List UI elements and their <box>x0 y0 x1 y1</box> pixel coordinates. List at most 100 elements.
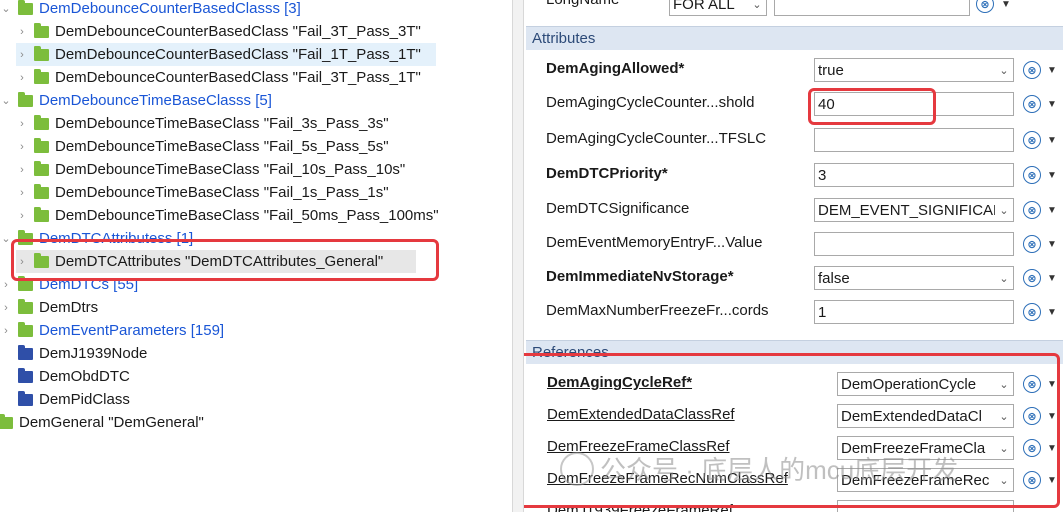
tree-node-dtrs[interactable]: › DemDtrs <box>0 296 98 319</box>
tree-node-label: DemDebounceTimeBaseClass "Fail_1s_Pass_1… <box>55 184 389 201</box>
attr-row-dtc-priority: DemDTCPriority* 3 ⊗ ▼ <box>524 158 1063 192</box>
highlight-box <box>524 353 1060 508</box>
immediate-nv-combo[interactable]: false ⌄ <box>814 266 1014 290</box>
folder-icon <box>0 413 13 429</box>
attr-row-event-memory: DemEventMemoryEntryF...Value ⊗ ▼ <box>524 227 1063 261</box>
reset-icon[interactable]: ⊗ <box>1023 95 1041 113</box>
chevron-right-icon[interactable]: › <box>16 49 28 61</box>
tree-node-debounce-time-classes[interactable]: ⌄ DemDebounceTimeBaseClasss [5] <box>0 89 272 112</box>
dropdown-arrow-icon[interactable]: ▼ <box>1046 95 1058 113</box>
chevron-down-icon[interactable]: ⌄ <box>0 95 12 107</box>
tree-node-label: DemDebounceTimeBaseClass "Fail_50ms_Pass… <box>55 207 439 224</box>
attr-row-immediate-nv: DemImmediateNvStorage* false ⌄ ⊗ ▼ <box>524 261 1063 295</box>
panel-splitter[interactable] <box>512 0 524 512</box>
attr-label: DemMaxNumberFreezeFr...cords <box>546 302 769 319</box>
longname-text-field[interactable] <box>774 0 970 16</box>
tree-node-label: DemObdDTC <box>39 368 130 385</box>
tree-node[interactable]: › DemDebounceTimeBaseClass "Fail_10s_Pas… <box>16 158 405 181</box>
attr-row-dtc-significance: DemDTCSignificance DEM_EVENT_SIGNIFICAN … <box>524 193 1063 227</box>
attr-row-aging-tfslc: DemAgingCycleCounter...TFSLC ⊗ ▼ <box>524 123 1063 157</box>
reset-icon[interactable]: ⊗ <box>1023 303 1041 321</box>
tree-node-label: DemDtrs <box>39 299 99 316</box>
longname-language-combo[interactable]: FOR ALL ⌄ <box>669 0 767 16</box>
tree-node-label: DemDebounceTimeBaseClasss [5] <box>39 92 272 109</box>
reset-icon[interactable]: ⊗ <box>1023 166 1041 184</box>
tree-node[interactable]: › DemDebounceTimeBaseClass "Fail_1s_Pass… <box>16 181 389 204</box>
reset-icon[interactable]: ⊗ <box>1023 201 1041 219</box>
dtc-significance-combo[interactable]: DEM_EVENT_SIGNIFICAN ⌄ <box>814 198 1014 222</box>
tree-node[interactable]: › DemDebounceCounterBasedClass "Fail_1T_… <box>16 43 436 66</box>
chevron-down-icon[interactable]: ⌄ <box>995 267 1013 289</box>
tree-node-label: DemDebounceCounterBasedClass "Fail_1T_Pa… <box>55 46 421 63</box>
combo-value: DEM_EVENT_SIGNIFICAN <box>818 201 1004 219</box>
folder-icon <box>18 390 33 406</box>
reset-icon[interactable]: ⊗ <box>976 0 994 13</box>
folder-icon <box>18 367 33 383</box>
chevron-down-icon[interactable]: ⌄ <box>748 0 766 15</box>
dropdown-arrow-icon[interactable]: ▼ <box>1046 166 1058 184</box>
tree-node-event-parameters[interactable]: › DemEventParameters [159] <box>0 319 224 342</box>
tree-node-j1939-node[interactable]: DemJ1939Node <box>18 342 147 365</box>
chevron-right-icon[interactable]: › <box>16 118 28 130</box>
chevron-right-icon[interactable]: › <box>16 210 28 222</box>
tree-node-label: DemEventParameters [159] <box>39 322 225 339</box>
dropdown-arrow-icon[interactable]: ▼ <box>1046 269 1058 287</box>
chevron-down-icon[interactable]: ⌄ <box>0 3 12 15</box>
aging-allowed-combo[interactable]: true ⌄ <box>814 58 1014 82</box>
folder-icon <box>18 344 33 360</box>
tree-node-obd-dtc[interactable]: DemObdDTC <box>18 365 130 388</box>
dtc-priority-field[interactable]: 3 <box>814 163 1014 187</box>
tree-node-dem-general[interactable]: DemGeneral "DemGeneral" <box>0 411 204 434</box>
tree-node-pid-class[interactable]: DemPidClass <box>18 388 130 411</box>
tree-node-label: DemDebounceCounterBasedClass "Fail_3T_Pa… <box>55 69 421 86</box>
longname-row: LongName FOR ALL ⌄ ⊗ ▼ <box>524 0 1063 18</box>
tree-panel: ⌄ DemDebounceCounterBasedClasss [3] › De… <box>0 0 512 512</box>
aging-tfslc-field[interactable] <box>814 128 1014 152</box>
field-value: 3 <box>818 166 827 184</box>
chevron-right-icon[interactable]: › <box>16 72 28 84</box>
dropdown-arrow-icon[interactable]: ▼ <box>1046 303 1058 321</box>
event-memory-field[interactable] <box>814 232 1014 256</box>
chevron-right-icon[interactable]: › <box>16 187 28 199</box>
dropdown-arrow-icon[interactable]: ▼ <box>1046 131 1058 149</box>
attr-row-max-freeze-frame: DemMaxNumberFreezeFr...cords 1 ⊗ ▼ <box>524 295 1063 329</box>
folder-icon <box>34 114 49 130</box>
tree-node-label: DemJ1939Node <box>39 345 148 362</box>
chevron-right-icon[interactable]: › <box>16 26 28 38</box>
dropdown-arrow-icon[interactable]: ▼ <box>1000 0 1012 13</box>
attr-row-aging-allowed: DemAgingAllowed* true ⌄ ⊗ ▼ <box>524 53 1063 87</box>
reset-icon[interactable]: ⊗ <box>1023 61 1041 79</box>
dropdown-arrow-icon[interactable]: ▼ <box>1046 201 1058 219</box>
chevron-down-icon[interactable]: ⌄ <box>995 199 1013 221</box>
dropdown-arrow-icon[interactable]: ▼ <box>1046 61 1058 79</box>
combo-value: true <box>818 61 844 79</box>
folder-icon <box>18 91 33 107</box>
dropdown-arrow-icon[interactable]: ▼ <box>1046 235 1058 253</box>
chevron-right-icon[interactable]: › <box>0 279 12 291</box>
folder-icon <box>34 206 49 222</box>
chevron-right-icon[interactable]: › <box>16 141 28 153</box>
reset-icon[interactable]: ⊗ <box>1023 269 1041 287</box>
attributes-section-header[interactable]: Attributes <box>526 26 1063 50</box>
chevron-down-icon[interactable]: ⌄ <box>995 59 1013 81</box>
chevron-right-icon[interactable]: › <box>0 325 12 337</box>
attr-label: DemDTCPriority* <box>546 165 668 182</box>
folder-icon <box>34 45 49 61</box>
tree-node[interactable]: › DemDebounceCounterBasedClass "Fail_3T_… <box>16 20 421 43</box>
max-freeze-frame-field[interactable]: 1 <box>814 300 1014 324</box>
tree-node[interactable]: › DemDebounceTimeBaseClass "Fail_50ms_Pa… <box>16 204 439 227</box>
reset-icon[interactable]: ⊗ <box>1023 131 1041 149</box>
tree-node-label: DemPidClass <box>39 391 130 408</box>
chevron-right-icon[interactable]: › <box>16 164 28 176</box>
attributes-header-label: Attributes <box>532 30 596 47</box>
attr-label: DemAgingCycleCounter...TFSLC <box>546 130 767 147</box>
tree-node-debounce-counter-classes[interactable]: ⌄ DemDebounceCounterBasedClasss [3] <box>0 0 301 20</box>
attr-label: DemAgingAllowed* <box>546 60 685 77</box>
reset-icon[interactable]: ⊗ <box>1023 235 1041 253</box>
tree-node[interactable]: › DemDebounceTimeBaseClass "Fail_3s_Pass… <box>16 112 389 135</box>
highlight-box <box>808 88 936 125</box>
tree-node[interactable]: › DemDebounceTimeBaseClass "Fail_5s_Pass… <box>16 135 389 158</box>
chevron-right-icon[interactable]: › <box>0 302 12 314</box>
tree-node[interactable]: › DemDebounceCounterBasedClass "Fail_3T_… <box>16 66 421 89</box>
highlight-box <box>11 239 439 281</box>
